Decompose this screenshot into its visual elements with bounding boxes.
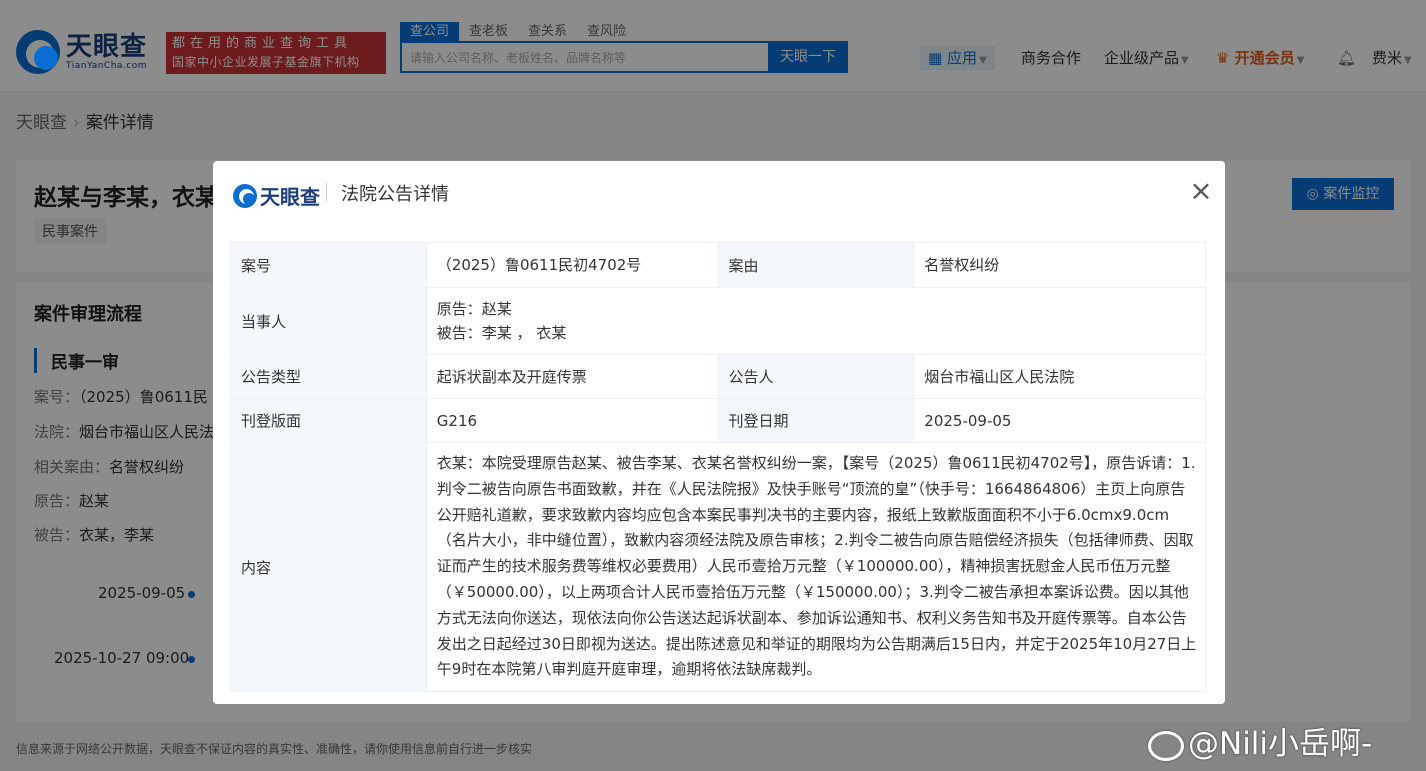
type-label: 公告类型 (230, 354, 427, 399)
date-label: 刊登日期 (717, 398, 915, 443)
party-value: 原告：赵某 被告：李某 ， 衣某 (425, 287, 1207, 355)
logo-mark-icon (233, 183, 257, 208)
table-row: 内容 衣某：本院受理原告赵某、被告李某、衣某名誉权纠纷一案，【案号（2025）鲁… (230, 441, 1207, 693)
plaintiff: 原告：赵某 (436, 300, 512, 318)
modal-logo: 天眼查 (233, 181, 320, 210)
case-no-value: （2025）鲁0611民初4702号 (425, 242, 719, 288)
announcer-label: 公告人 (717, 354, 915, 399)
date-value: 2025-09-05 (913, 398, 1206, 443)
case-no-label: 案号 (230, 242, 427, 288)
header-divider (326, 183, 327, 201)
cause-value: 名誉权纠纷 (913, 242, 1206, 288)
table-row: 当事人 原告：赵某 被告：李某 ， 衣某 (230, 287, 1207, 355)
modal-header: 天眼查 法院公告详情 × (213, 161, 1225, 225)
cause-label: 案由 (717, 242, 915, 288)
notice-detail-table: 案号 （2025）鲁0611民初4702号 案由 名誉权纠纷 当事人 原告：赵某… (230, 242, 1207, 693)
weibo-watermark: @Nili小岳啊- (1148, 718, 1372, 763)
table-row: 公告类型 起诉状副本及开庭传票 公告人 烟台市福山区人民法院 (230, 354, 1206, 399)
announcer-value: 烟台市福山区人民法院 (913, 354, 1206, 399)
page-label: 刊登版面 (230, 398, 427, 443)
defendant: 被告：李某 ， 衣某 (436, 324, 567, 342)
watermark-text: @Nili小岳啊- (1188, 726, 1373, 762)
page-value: G216 (425, 398, 719, 443)
court-notice-modal: 天眼查 法院公告详情 × 案号 （2025）鲁0611民初4702号 案由 名誉… (213, 161, 1225, 704)
type-value: 起诉状副本及开庭传票 (425, 354, 719, 399)
table-row: 刊登版面 G216 刊登日期 2025-09-05 (230, 398, 1206, 443)
modal-logo-text: 天眼查 (260, 185, 320, 209)
table-row: 案号 （2025）鲁0611民初4702号 案由 名誉权纠纷 (230, 242, 1206, 288)
close-icon[interactable]: × (1187, 177, 1215, 205)
content-value: 衣某：本院受理原告赵某、被告李某、衣某名誉权纠纷一案，【案号（2025）鲁061… (425, 441, 1207, 693)
content-label: 内容 (230, 441, 427, 693)
weibo-icon (1148, 730, 1184, 761)
party-label: 当事人 (230, 287, 427, 355)
modal-title: 法院公告详情 (341, 184, 449, 205)
